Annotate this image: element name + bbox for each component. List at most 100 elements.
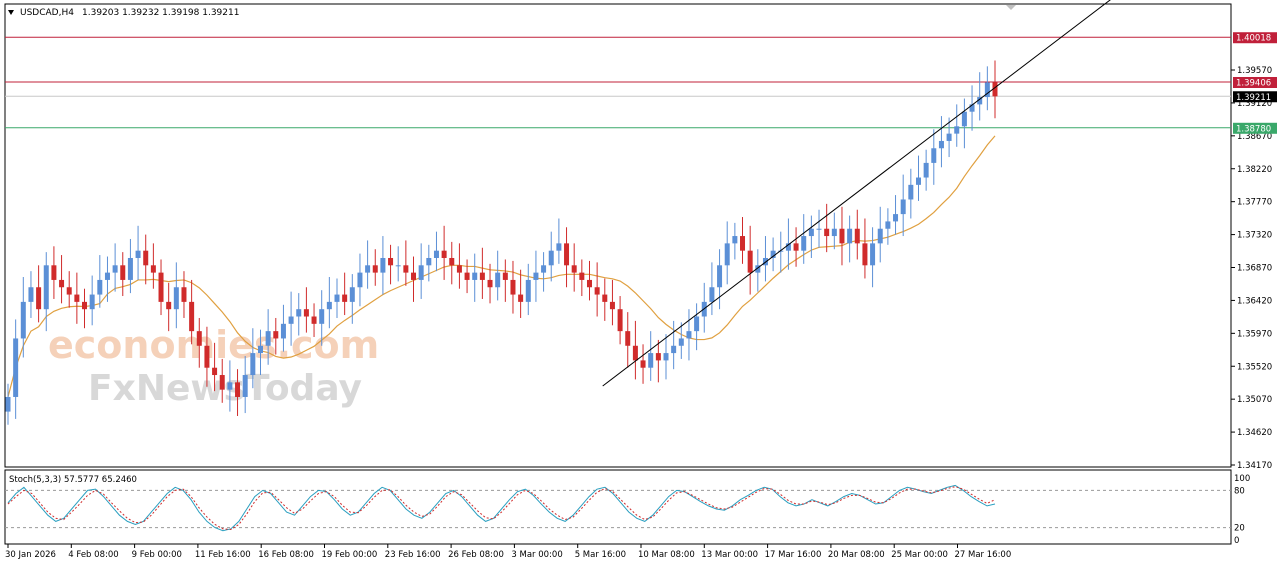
candle-body: [280, 323, 286, 339]
time-tick-label: 9 Feb 00:00: [132, 550, 182, 560]
candle-body: [74, 294, 80, 302]
candle-body: [564, 243, 570, 266]
candle-body: [43, 265, 49, 310]
time-tick-label: 5 Mar 16:00: [575, 550, 626, 560]
time-tick-label: 13 Mar 00:00: [701, 550, 758, 560]
candle-body: [671, 345, 677, 354]
candle-body: [877, 228, 883, 244]
symbol-label: USDCAD,H4: [20, 8, 74, 18]
time-tick-label: 20 Mar 08:00: [828, 550, 885, 560]
candle-body: [97, 279, 103, 295]
candle-body: [173, 287, 179, 310]
candle-body: [502, 272, 508, 280]
candle-body: [120, 265, 126, 280]
candle-body: [938, 140, 944, 149]
candle-body: [479, 272, 485, 280]
candle-body: [319, 309, 325, 324]
level-labels: 1.40018 1.39406 1.39211 1.38780: [1233, 32, 1277, 134]
candle-body: [227, 382, 233, 390]
price-tick-label: 1.34170: [1237, 461, 1272, 471]
candle-body: [609, 301, 615, 310]
candle-body: [579, 272, 585, 280]
candle-body: [158, 272, 164, 302]
candle-body: [709, 287, 715, 302]
candle-body: [334, 294, 340, 302]
candle-body: [433, 250, 439, 258]
candle-body: [89, 294, 95, 310]
candle-body: [235, 382, 241, 397]
candle-body: [946, 133, 952, 141]
candle-body: [219, 375, 225, 390]
candle-body: [648, 353, 654, 368]
candle-body: [847, 228, 853, 244]
candle-body: [923, 162, 929, 178]
time-tick-label: 17 Mar 16:00: [765, 550, 822, 560]
candle-body: [150, 265, 156, 273]
candle-body: [112, 265, 118, 273]
candle-body: [82, 301, 88, 310]
candle-body: [66, 287, 72, 295]
candle-body: [127, 257, 133, 280]
candle-body: [824, 228, 830, 237]
price-tick-label: 1.38220: [1237, 165, 1272, 175]
candle-body: [13, 338, 19, 397]
candle-body: [640, 360, 646, 368]
candle-body: [380, 257, 386, 273]
candle-body: [961, 111, 967, 127]
candle-body: [365, 265, 371, 273]
time-tick-label: 10 Mar 08:00: [638, 550, 695, 560]
candle-body: [632, 345, 638, 361]
candle-body: [908, 184, 914, 200]
candle-body: [342, 294, 348, 302]
price-tick-label: 1.35970: [1237, 329, 1272, 339]
time-tick-label: 11 Feb 16:00: [195, 550, 251, 560]
candle-body: [732, 236, 738, 244]
candle-body: [548, 250, 554, 266]
candle-body: [257, 345, 263, 354]
candle-body: [303, 309, 309, 317]
candle-body: [296, 309, 302, 317]
price-tick-label: 1.36870: [1237, 264, 1272, 274]
candle-body: [357, 272, 363, 288]
candle-body: [655, 353, 661, 361]
candle-body: [441, 250, 447, 258]
candle-body: [20, 301, 26, 339]
candle-body: [212, 367, 218, 376]
candle-body: [395, 265, 401, 267]
candle-body: [870, 243, 876, 266]
price-tick-label: 1.37320: [1237, 231, 1272, 241]
candle-body: [273, 331, 279, 339]
candle-body: [854, 228, 860, 244]
candle-body: [594, 287, 600, 295]
stoch-tick-label: 0: [1234, 536, 1239, 546]
price-tick-label: 1.34620: [1237, 428, 1272, 438]
level-label-support: 1.38780: [1236, 124, 1271, 134]
level-label-resistance: 1.39406: [1236, 78, 1271, 88]
candle-body: [740, 236, 746, 251]
candle-body: [541, 265, 547, 273]
candle-body: [472, 272, 478, 280]
candle-body: [724, 243, 730, 266]
candle-body: [808, 228, 814, 237]
price-tick-label: 1.35520: [1237, 362, 1272, 372]
candle-body: [349, 287, 355, 302]
candle-body: [816, 228, 822, 230]
price-tick-label: 1.37770: [1237, 198, 1272, 208]
candle-body: [487, 279, 493, 288]
candle-body: [464, 272, 470, 280]
candle-body: [793, 243, 799, 251]
candle-body: [388, 257, 394, 266]
candle-body: [694, 316, 700, 332]
candle-body: [602, 294, 608, 302]
stoch-title: Stoch(5,3,3) 57.5777 65.2460: [9, 475, 137, 485]
watermark-line1: economies.com: [48, 323, 379, 367]
candle-body: [288, 316, 294, 324]
candle-body: [747, 250, 753, 273]
time-tick-label: 23 Feb 16:00: [385, 550, 441, 560]
watermark-line2: FxNewsToday: [88, 368, 362, 409]
price-tick-label: 1.39570: [1237, 66, 1272, 76]
candle-body: [250, 353, 256, 376]
candle-body: [900, 199, 906, 215]
candle-body: [189, 301, 195, 332]
candle-body: [678, 338, 684, 346]
